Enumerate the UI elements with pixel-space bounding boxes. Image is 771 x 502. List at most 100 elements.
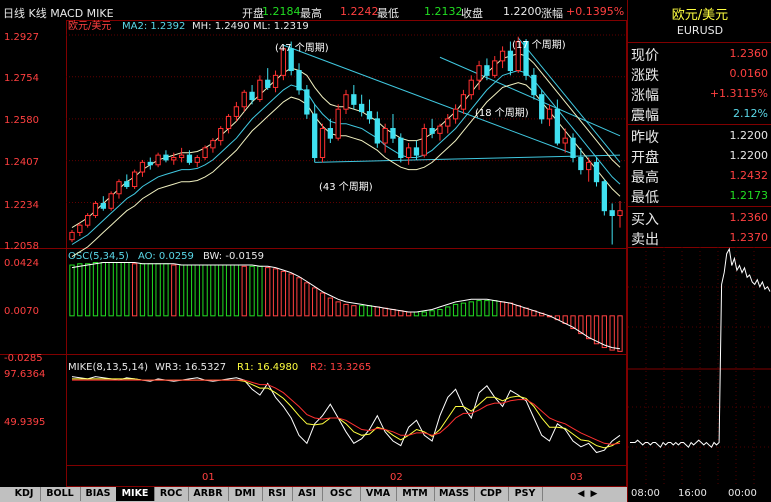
osc-bar xyxy=(319,292,326,317)
osc-bar xyxy=(429,310,435,317)
osc-bars xyxy=(69,262,623,352)
tab-mass[interactable]: MASS xyxy=(434,487,475,501)
quote-row: 卖出 1.2370 xyxy=(628,228,771,248)
tab-mtm[interactable]: MTM xyxy=(396,487,435,501)
quote-value: 1.2360 xyxy=(729,47,769,60)
candle-body xyxy=(116,181,122,195)
tab-vma[interactable]: VMA xyxy=(360,487,397,501)
candle-body xyxy=(335,108,341,139)
quote-label: 最低 xyxy=(631,190,659,206)
quote-value: 1.2432 xyxy=(729,169,769,182)
high-label: 最高 xyxy=(300,7,322,20)
candle-body xyxy=(586,161,592,171)
tab-psy[interactable]: PSY xyxy=(508,487,543,501)
osc-bar xyxy=(617,315,623,352)
y-tick: 1.2754 xyxy=(4,73,39,84)
y-tick: 0.0070 xyxy=(4,306,39,317)
tab-rsi[interactable]: RSI xyxy=(262,487,293,501)
time-label: 08:00 xyxy=(631,488,660,499)
y-tick: 1.2927 xyxy=(4,32,39,43)
high-value: 1.2242 xyxy=(340,5,379,18)
osc-bar xyxy=(445,306,451,317)
osc-bar xyxy=(366,305,373,317)
tab-cdp[interactable]: CDP xyxy=(474,487,509,501)
chart-area[interactable]: 1.2927 1.2754 1.2580 1.2407 1.2234 1.205… xyxy=(0,20,627,487)
candle-body xyxy=(492,60,498,76)
candle xyxy=(374,111,380,148)
tab-scroll-left-icon[interactable]: ◀ xyxy=(575,487,587,501)
candle-body xyxy=(499,50,506,62)
y-tick: -0.0285 xyxy=(4,353,43,364)
candle xyxy=(366,99,373,124)
quote-row: 现价 1.2360 xyxy=(628,44,771,64)
candle xyxy=(335,104,341,141)
osc-bar xyxy=(484,300,490,317)
candle-body xyxy=(202,147,208,159)
tab-mike[interactable]: MIKE xyxy=(116,487,155,501)
tab-boll[interactable]: BOLL xyxy=(40,487,81,501)
y-tick: 0.0424 xyxy=(4,258,39,269)
quote-label: 买入 xyxy=(631,212,659,228)
tab-osc[interactable]: OSC xyxy=(322,487,361,501)
cycle-annotation: (17 个周期) xyxy=(512,39,566,51)
osc-bar xyxy=(374,306,380,317)
candle-body xyxy=(366,111,373,120)
candle-body xyxy=(296,70,302,91)
moving-average-lines xyxy=(71,53,621,258)
candle xyxy=(241,89,247,112)
tab-asi[interactable]: ASI xyxy=(292,487,323,501)
quote-row: 震幅 2.12% xyxy=(628,104,771,124)
osc-bar xyxy=(335,301,341,317)
cycle-annotations: (47 个周期) (17 个周期) (18 个周期) (43 个周期) xyxy=(275,39,566,193)
quote-label: 昨收 xyxy=(631,130,659,146)
quote-value: 1.2370 xyxy=(729,231,769,244)
y-tick: 49.9395 xyxy=(4,417,45,428)
candle xyxy=(327,118,333,144)
candle xyxy=(492,56,498,78)
candle-body xyxy=(609,210,615,217)
ma2-readout: MA2: 1.2392 xyxy=(122,21,185,32)
mike-y-axis: 97.6364 49.9395 xyxy=(4,369,45,428)
intraday-price-line xyxy=(630,247,771,448)
candle-body xyxy=(92,202,99,217)
osc-bar xyxy=(398,310,404,317)
trend-line xyxy=(439,56,621,137)
candle xyxy=(131,169,138,189)
main-pane-title: 欧元/美元 xyxy=(68,20,111,32)
candle-body xyxy=(578,157,584,171)
candle-body xyxy=(319,128,326,159)
tab-dmi[interactable]: DMI xyxy=(228,487,263,501)
tab-bias[interactable]: BIAS xyxy=(80,487,117,501)
osc-bar xyxy=(131,263,138,317)
candle-body xyxy=(85,215,91,226)
candle xyxy=(100,196,106,211)
tab-scroll-right-icon[interactable]: ▶ xyxy=(588,487,600,501)
osc-bar xyxy=(499,301,506,317)
tab-roc[interactable]: ROC xyxy=(154,487,189,501)
r1-line xyxy=(72,378,621,449)
osc-bar xyxy=(178,264,185,317)
ao-readout: AO: 0.0259 xyxy=(138,251,194,262)
candle xyxy=(539,89,545,124)
ml-readout: ML: 1.2319 xyxy=(253,21,309,32)
intraday-minichart[interactable] xyxy=(628,247,771,487)
quote-row: 最低 1.2173 xyxy=(628,186,771,206)
candle-body xyxy=(241,91,247,108)
tab-kdj[interactable]: KDJ xyxy=(8,487,41,501)
candle-body xyxy=(562,137,568,144)
candle-body xyxy=(570,137,576,159)
quote-panel: 欧元/美元 EURUSD 现价 1.2360 涨跌 0.0160 涨幅 +1.3115% 震… xyxy=(627,0,771,502)
osc-bar xyxy=(233,264,240,317)
candle-body xyxy=(531,74,537,96)
candle xyxy=(546,104,553,127)
osc-bar xyxy=(492,300,498,317)
mike-lines xyxy=(71,376,621,454)
candle-body xyxy=(382,128,388,144)
tab-arbr[interactable]: ARBR xyxy=(188,487,229,501)
change-value: +0.1395% xyxy=(566,5,625,18)
candle xyxy=(390,114,396,144)
candle xyxy=(147,157,153,170)
y-tick: 97.6364 xyxy=(4,369,45,380)
ao-line xyxy=(71,262,621,350)
open-value: 1.2184 xyxy=(262,5,301,18)
